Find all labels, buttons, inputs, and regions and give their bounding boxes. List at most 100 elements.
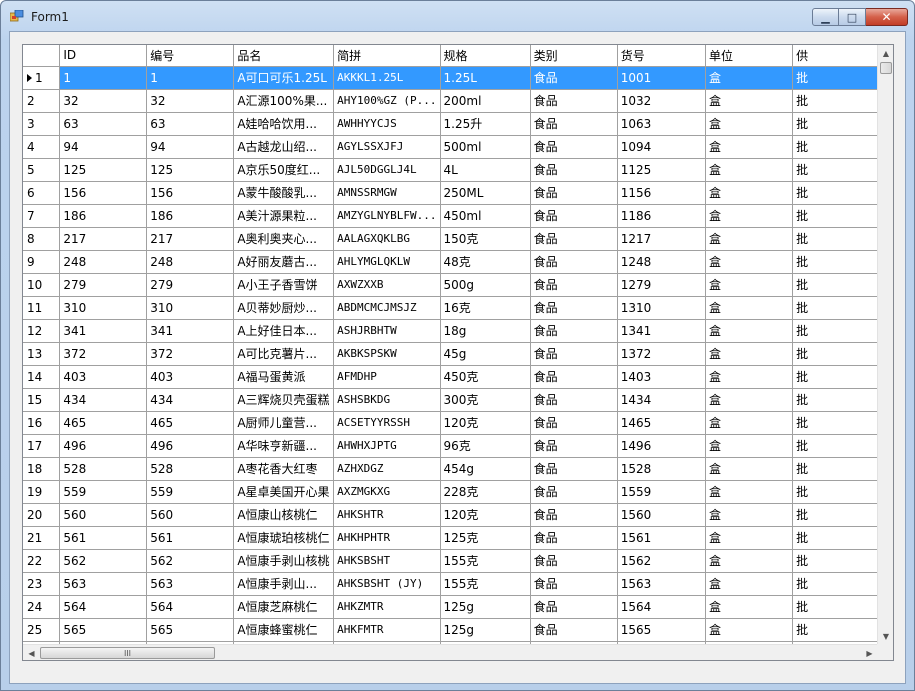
title-bar[interactable]: Form1 ▁ □ ✕	[1, 1, 914, 31]
cell-id[interactable]: 94	[59, 135, 148, 159]
cell-supplier[interactable]: 批	[792, 526, 878, 550]
cell-name[interactable]: A恒康芝麻桃仁	[233, 595, 335, 619]
cell-abbr[interactable]: AALAGXQKLBG	[333, 227, 441, 251]
table-row[interactable]: 23 563 563 A恒康手剥山... AHKSBSHT (JY) 155克 食品 1563…	[23, 572, 878, 596]
column-header-category[interactable]: 类别	[530, 45, 618, 67]
cell-sku[interactable]: 1217	[617, 227, 707, 251]
cell-sku[interactable]: 1403	[617, 365, 707, 389]
cell-supplier[interactable]: 批	[792, 572, 878, 596]
cell-supplier[interactable]: 批	[792, 457, 878, 481]
cell-code[interactable]: 564	[146, 595, 235, 619]
cell-name[interactable]: A厨师儿童营...	[233, 411, 335, 435]
cell-name[interactable]: A恒康手剥山...	[233, 572, 335, 596]
table-row[interactable]: 12 341 341 A上好佳日本... ASHJRBHTW 18g 食品 1341 盒批	[23, 319, 878, 343]
cell-unit[interactable]: 盒	[705, 181, 794, 205]
row-header[interactable]: 2	[23, 89, 61, 113]
cell-id[interactable]: 217	[59, 227, 148, 251]
cell-unit[interactable]: 盒	[705, 66, 794, 90]
cell-spec[interactable]: 454g	[440, 457, 531, 481]
scroll-up-icon[interactable]: ▲	[878, 45, 893, 62]
cell-unit[interactable]: 盒	[705, 480, 794, 504]
cell-code[interactable]: 560	[146, 503, 235, 527]
cell-category[interactable]: 食品	[530, 434, 618, 458]
cell-code[interactable]: 496	[146, 434, 235, 458]
column-header-abbr[interactable]: 简拼	[333, 45, 441, 67]
cell-abbr[interactable]: AHKHPHTR	[333, 526, 441, 550]
column-header-id[interactable]: ID	[59, 45, 148, 67]
cell-name[interactable]: A奥利奥夹心...	[233, 227, 335, 251]
cell-unit[interactable]: 盒	[705, 618, 794, 642]
cell-category[interactable]: 食品	[530, 66, 618, 90]
cell-id[interactable]: 559	[59, 480, 148, 504]
cell-id[interactable]: 561	[59, 526, 148, 550]
cell-abbr[interactable]: ASHJRBHTW	[333, 319, 441, 343]
row-header[interactable]: 15	[23, 388, 61, 412]
row-header-corner[interactable]	[23, 45, 61, 67]
cell-name[interactable]: A恒康手剥山核桃	[233, 549, 335, 573]
cell-name[interactable]: A上好佳日本...	[233, 319, 335, 343]
cell-abbr[interactable]: AHKSBSHT (JY)	[333, 572, 441, 596]
row-header[interactable]: 22	[23, 549, 61, 573]
cell-sku[interactable]: 1125	[617, 158, 707, 182]
cell-id[interactable]: 310	[59, 296, 148, 320]
table-row[interactable]: 21 561 561 A恒康琥珀核桃仁 AHKHPHTR 125克 食品 1561 盒批	[23, 526, 878, 550]
cell-category[interactable]: 食品	[530, 158, 618, 182]
cell-abbr[interactable]: AMNSSRMGW	[333, 181, 441, 205]
row-header[interactable]: 5	[23, 158, 61, 182]
cell-spec[interactable]: 155克	[440, 572, 531, 596]
cell-code[interactable]: 559	[146, 480, 235, 504]
cell-id[interactable]: 562	[59, 549, 148, 573]
row-header[interactable]: 7	[23, 204, 61, 228]
cell-category[interactable]: 食品	[530, 89, 618, 113]
cell-code[interactable]: 94	[146, 135, 235, 159]
cell-sku[interactable]: 1528	[617, 457, 707, 481]
cell-category[interactable]: 食品	[530, 342, 618, 366]
cell-spec[interactable]: 1.25升	[440, 112, 531, 136]
cell-spec[interactable]: 450克	[440, 365, 531, 389]
cell-abbr[interactable]: ABDMCMCJMSJZ	[333, 296, 441, 320]
row-header[interactable]: 11	[23, 296, 61, 320]
cell-code[interactable]: 310	[146, 296, 235, 320]
cell-sku[interactable]: 1562	[617, 549, 707, 573]
cell-category[interactable]: 食品	[530, 618, 618, 642]
cell-name[interactable]: A娃哈哈饮用...	[233, 112, 335, 136]
cell-id[interactable]: 156	[59, 181, 148, 205]
cell-category[interactable]: 食品	[530, 480, 618, 504]
cell-unit[interactable]: 盒	[705, 457, 794, 481]
cell-code[interactable]: 528	[146, 457, 235, 481]
cell-name[interactable]: A小王子香雪饼	[233, 273, 335, 297]
cell-code[interactable]: 563	[146, 572, 235, 596]
cell-spec[interactable]: 500g	[440, 273, 531, 297]
cell-id[interactable]: 1	[59, 66, 148, 90]
cell-supplier[interactable]: 批	[792, 549, 878, 573]
table-row[interactable]: 15 434 434 A三辉烧贝壳蛋糕 ASHSBKDG 300克 食品 1434 盒批	[23, 388, 878, 412]
cell-category[interactable]: 食品	[530, 181, 618, 205]
cell-spec[interactable]: 155克	[440, 549, 531, 573]
cell-unit[interactable]: 盒	[705, 135, 794, 159]
horizontal-scroll-thumb[interactable]: III	[40, 647, 215, 659]
cell-spec[interactable]: 96克	[440, 434, 531, 458]
cell-supplier[interactable]: 批	[792, 89, 878, 113]
table-row[interactable]: 6 156 156 A蒙牛酸酸乳... AMNSSRMGW 250ML 食品 1156 盒批	[23, 181, 878, 205]
cell-name[interactable]: A可比克薯片...	[233, 342, 335, 366]
cell-sku[interactable]: 1563	[617, 572, 707, 596]
cell-category[interactable]: 食品	[530, 388, 618, 412]
cell-abbr[interactable]: ACSETYYRSSH	[333, 411, 441, 435]
cell-unit[interactable]: 盒	[705, 503, 794, 527]
cell-category[interactable]: 食品	[530, 204, 618, 228]
cell-spec[interactable]: 125g	[440, 618, 531, 642]
cell-sku[interactable]: 1248	[617, 250, 707, 274]
scroll-left-icon[interactable]: ◀	[23, 645, 40, 660]
row-header[interactable]: 12	[23, 319, 61, 343]
column-header-sku[interactable]: 货号	[617, 45, 707, 67]
cell-code[interactable]: 186	[146, 204, 235, 228]
cell-supplier[interactable]: 批	[792, 250, 878, 274]
cell-abbr[interactable]: AJL50DGGLJ4L	[333, 158, 441, 182]
cell-spec[interactable]: 125克	[440, 526, 531, 550]
cell-unit[interactable]: 盒	[705, 411, 794, 435]
cell-category[interactable]: 食品	[530, 411, 618, 435]
cell-sku[interactable]: 1094	[617, 135, 707, 159]
cell-abbr[interactable]: AHY100%GZ (P...	[333, 89, 441, 113]
cell-code[interactable]: 125	[146, 158, 235, 182]
table-row[interactable]: 4 94 94 A古越龙山绍... AGYLSSXJFJ 500ml 食品 1094 盒批	[23, 135, 878, 159]
